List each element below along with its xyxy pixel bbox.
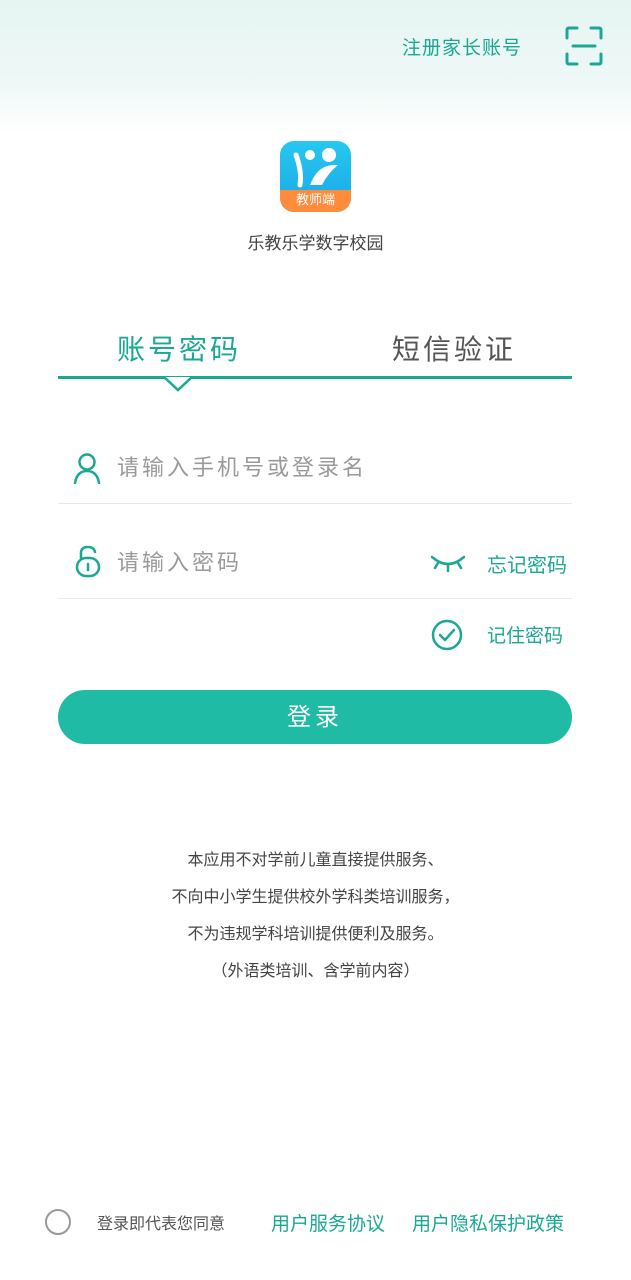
notice-line: 本应用不对学前儿童直接提供服务、 <box>187 850 444 869</box>
remember-password-label[interactable]: 记住密码 <box>487 621 563 648</box>
unlock-icon <box>75 545 101 578</box>
logo-figure-icon <box>293 148 338 188</box>
user-icon <box>73 453 101 484</box>
privacy-policy-link[interactable]: 用户隐私保护政策 <box>412 1209 564 1236</box>
logo-badge: 教师端 <box>280 190 351 212</box>
app-logo: 教师端 <box>280 141 351 212</box>
password-divider <box>58 598 572 599</box>
username-input[interactable]: 请输入手机号或登录名 <box>117 450 367 482</box>
agreement-text: 登录即代表您同意 <box>97 1214 226 1233</box>
tab-caret-icon <box>164 376 192 392</box>
tab-sms-verification[interactable]: 短信验证 <box>392 328 516 368</box>
forgot-password-link[interactable]: 忘记密码 <box>487 549 567 578</box>
notice-line: 不为违规学科培训提供便利及服务。 <box>187 924 444 943</box>
username-divider <box>58 503 572 504</box>
notice-line: （外语类培训、含学前内容） <box>211 961 420 980</box>
tab-underline <box>58 376 572 379</box>
top-banner <box>0 0 631 135</box>
agreement-checkbox[interactable] <box>45 1209 71 1235</box>
service-agreement-link[interactable]: 用户服务协议 <box>271 1209 385 1236</box>
check-circle-icon[interactable] <box>431 619 463 651</box>
tab-account-password[interactable]: 账号密码 <box>117 328 241 368</box>
register-parent-link[interactable]: 注册家长账号 <box>402 33 522 60</box>
eye-closed-icon[interactable] <box>430 553 466 573</box>
scan-icon[interactable] <box>565 26 603 66</box>
app-name: 乐教乐学数字校园 <box>247 234 384 254</box>
login-button[interactable]: 登录 <box>58 690 572 744</box>
notice-line: 不向中小学生提供校外学科类培训服务， <box>171 887 460 906</box>
password-input[interactable]: 请输入密码 <box>117 545 242 577</box>
